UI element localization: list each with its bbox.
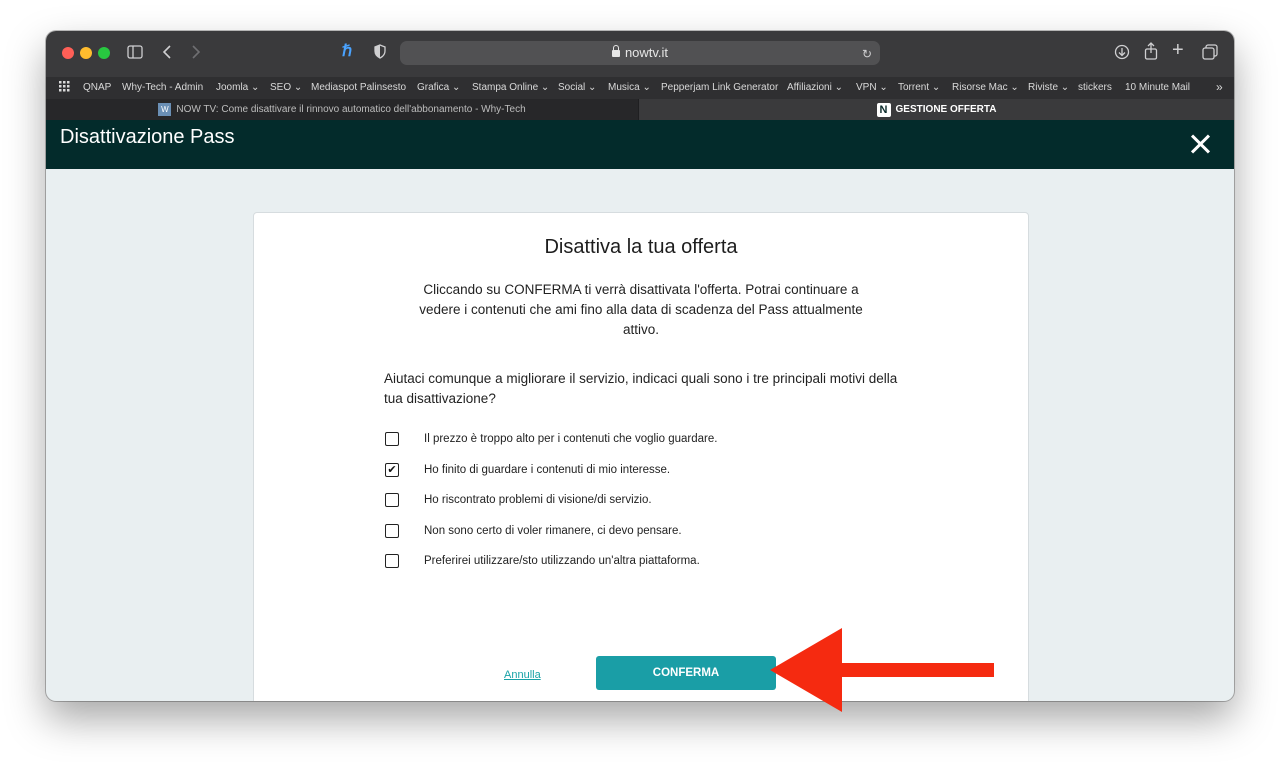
cancel-link[interactable]: Annulla bbox=[504, 669, 541, 681]
share-icon[interactable] bbox=[1144, 42, 1158, 64]
more-bookmarks-icon[interactable]: » bbox=[1216, 80, 1223, 94]
reason-option[interactable]: Preferirei utilizzare/sto utilizzando un… bbox=[385, 553, 700, 569]
bookmark-item[interactable]: Stampa Online ⌄ bbox=[472, 82, 549, 93]
tab-why-tech[interactable]: W NOW TV: Come disattivare il rinnovo au… bbox=[46, 99, 638, 120]
bookmark-item[interactable]: Grafica ⌄ bbox=[417, 82, 460, 93]
reason-label: Ho riscontrato problemi di visione/di se… bbox=[424, 494, 652, 506]
zoom-window-button[interactable] bbox=[98, 47, 110, 59]
bookmark-item[interactable]: Joomla ⌄ bbox=[216, 82, 259, 93]
page-header: Disattivazione Pass bbox=[46, 120, 1234, 169]
browser-toolbar: ℏ nowtv.it ↻ + bbox=[46, 31, 1234, 77]
lock-icon bbox=[611, 45, 620, 57]
checkbox[interactable] bbox=[385, 554, 399, 568]
back-icon[interactable] bbox=[162, 44, 172, 64]
checkbox-checked[interactable]: ✔ bbox=[385, 463, 399, 477]
tab-label: NOW TV: Come disattivare il rinnovo auto… bbox=[176, 104, 526, 115]
bookmark-item[interactable]: stickers bbox=[1078, 82, 1112, 93]
grid-apps-icon[interactable] bbox=[59, 81, 70, 95]
bookmark-item[interactable]: Pepperjam Link Generator bbox=[661, 82, 778, 93]
annotation-arrow-icon bbox=[770, 628, 994, 712]
bookmark-item[interactable]: Risorse Mac ⌄ bbox=[952, 82, 1019, 93]
minimize-window-button[interactable] bbox=[80, 47, 92, 59]
reload-icon[interactable]: ↻ bbox=[862, 46, 872, 62]
downloads-icon[interactable] bbox=[1114, 44, 1130, 64]
bookmark-item[interactable]: Mediaspot Palinsesto bbox=[311, 82, 406, 93]
reason-label: Preferirei utilizzare/sto utilizzando un… bbox=[424, 555, 700, 567]
checkmark-icon: ✔ bbox=[387, 463, 397, 476]
bookmarks-bar: QNAP Why-Tech - Admin Joomla ⌄ SEO ⌄ Med… bbox=[46, 77, 1234, 99]
page-title: Disattivazione Pass bbox=[60, 126, 235, 148]
bookmark-item[interactable]: 10 Minute Mail bbox=[1125, 82, 1190, 93]
tab-overview-icon[interactable] bbox=[1202, 44, 1218, 64]
card-title: Disattiva la tua offerta bbox=[544, 236, 738, 258]
why-tech-favicon-icon: W bbox=[158, 103, 172, 116]
reason-option[interactable]: Non sono certo di voler rimanere, ci dev… bbox=[385, 523, 682, 539]
close-window-button[interactable] bbox=[62, 47, 74, 59]
confirm-button[interactable]: CONFERMA bbox=[596, 656, 776, 690]
bookmark-item[interactable]: Affiliazioni ⌄ bbox=[787, 82, 843, 93]
new-tab-icon[interactable]: + bbox=[1172, 40, 1184, 60]
reason-label: Non sono certo di voler rimanere, ci dev… bbox=[424, 525, 682, 537]
tab-gestione-offerta[interactable]: N GESTIONE OFFERTA bbox=[639, 99, 1234, 120]
survey-question: Aiutaci comunque a migliorare il servizi… bbox=[384, 371, 898, 406]
card-description: Cliccando su CONFERMA ti verrà disattiva… bbox=[419, 282, 863, 337]
url-text: nowtv.it bbox=[624, 45, 669, 60]
bookmark-item[interactable]: Torrent ⌄ bbox=[898, 82, 940, 93]
bookmark-item[interactable]: QNAP bbox=[83, 82, 111, 93]
forward-icon[interactable] bbox=[191, 44, 201, 64]
checkbox[interactable] bbox=[385, 493, 399, 507]
sidebar-icon[interactable] bbox=[127, 45, 143, 63]
tab-bar: W NOW TV: Come disattivare il rinnovo au… bbox=[46, 99, 1234, 120]
reason-option[interactable]: ✔ Ho finito di guardare i contenuti di m… bbox=[385, 462, 670, 478]
tab-label: GESTIONE OFFERTA bbox=[895, 104, 997, 115]
bookmark-item[interactable]: Social ⌄ bbox=[558, 82, 596, 93]
bookmark-item[interactable]: Musica ⌄ bbox=[608, 82, 651, 93]
nowtv-favicon-icon: N bbox=[876, 102, 891, 117]
address-bar[interactable]: nowtv.it ↻ bbox=[400, 41, 880, 65]
reason-label: Il prezzo è troppo alto per i contenuti … bbox=[424, 433, 718, 445]
extension-h-icon[interactable]: ℏ bbox=[342, 44, 352, 60]
reason-label: Ho finito di guardare i contenuti di mio… bbox=[424, 464, 671, 476]
reason-option[interactable]: Ho riscontrato problemi di visione/di se… bbox=[385, 492, 652, 508]
checkbox[interactable] bbox=[385, 432, 399, 446]
browser-window: ℏ nowtv.it ↻ + QNAP Why-Tech - Admin Joo… bbox=[46, 31, 1234, 701]
checkbox[interactable] bbox=[385, 524, 399, 538]
bookmark-item[interactable]: SEO ⌄ bbox=[270, 82, 302, 93]
close-icon[interactable] bbox=[1188, 132, 1212, 156]
reason-option[interactable]: Il prezzo è troppo alto per i contenuti … bbox=[385, 431, 717, 447]
privacy-shield-icon[interactable] bbox=[374, 44, 386, 63]
bookmark-item[interactable]: Why-Tech - Admin bbox=[122, 82, 203, 93]
bookmark-item[interactable]: VPN ⌄ bbox=[856, 82, 888, 93]
bookmark-item[interactable]: Riviste ⌄ bbox=[1028, 82, 1069, 93]
